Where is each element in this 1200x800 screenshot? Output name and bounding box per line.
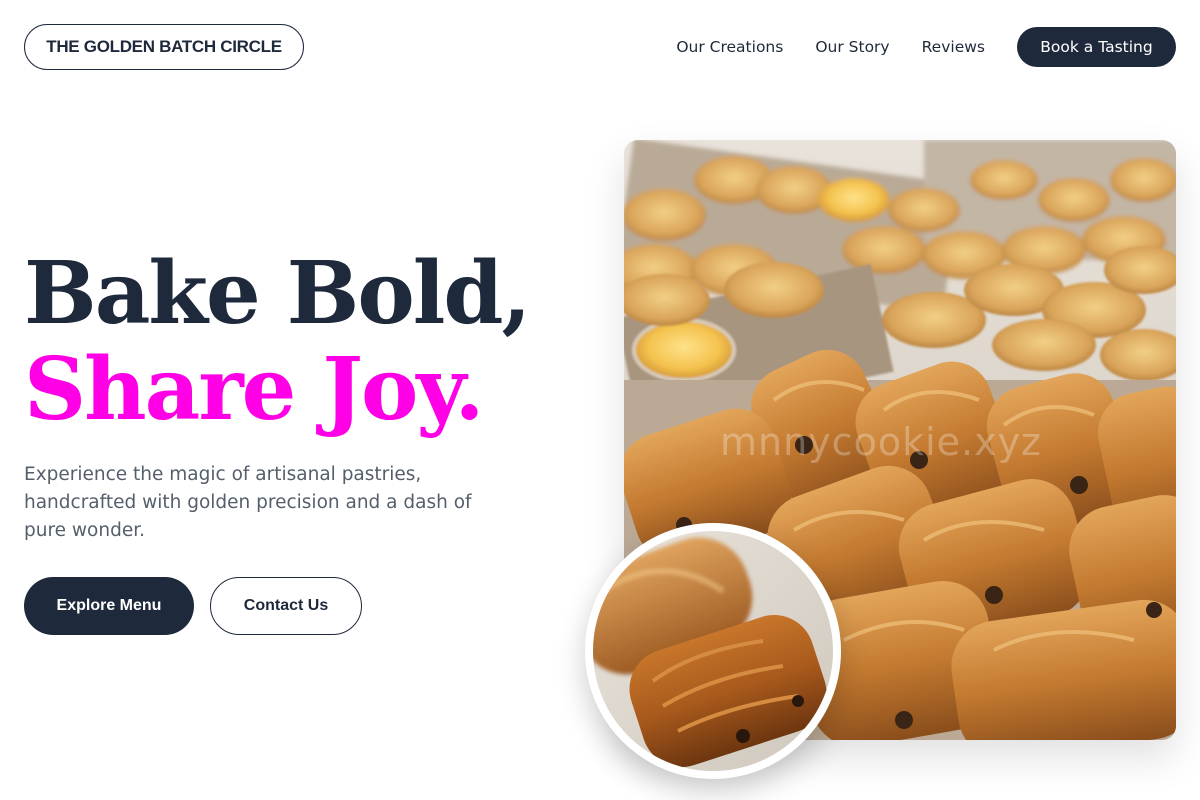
- hero-description: Experience the magic of artisanal pastri…: [24, 464, 472, 541]
- hero-title-line2: Share Joy.: [24, 339, 484, 440]
- explore-menu-button[interactable]: Explore Menu: [24, 577, 194, 635]
- hero-title-line1: Bake Bold,: [24, 243, 531, 344]
- nav-link-reviews[interactable]: Reviews: [922, 27, 985, 67]
- croissant-inset-image: [593, 531, 833, 771]
- site-header: THE GOLDEN BATCH CIRCLE Our Creations Ou…: [0, 0, 1200, 94]
- book-tasting-button[interactable]: Book a Tasting: [1017, 27, 1176, 67]
- main-nav: Our Creations Our Story Reviews Book a T…: [676, 27, 1176, 67]
- croissant-inset-photo: [585, 523, 841, 779]
- hero-title: Bake Bold, Share Joy.: [24, 246, 584, 438]
- nav-link-our-story[interactable]: Our Story: [815, 27, 889, 67]
- contact-us-button[interactable]: Contact Us: [210, 577, 362, 635]
- brand-logo[interactable]: THE GOLDEN BATCH CIRCLE: [24, 24, 304, 70]
- image-watermark: mnnycookie.xyz: [720, 420, 1043, 464]
- croissant-closeup-illustration: [593, 531, 833, 771]
- nav-link-our-creations[interactable]: Our Creations: [676, 27, 783, 67]
